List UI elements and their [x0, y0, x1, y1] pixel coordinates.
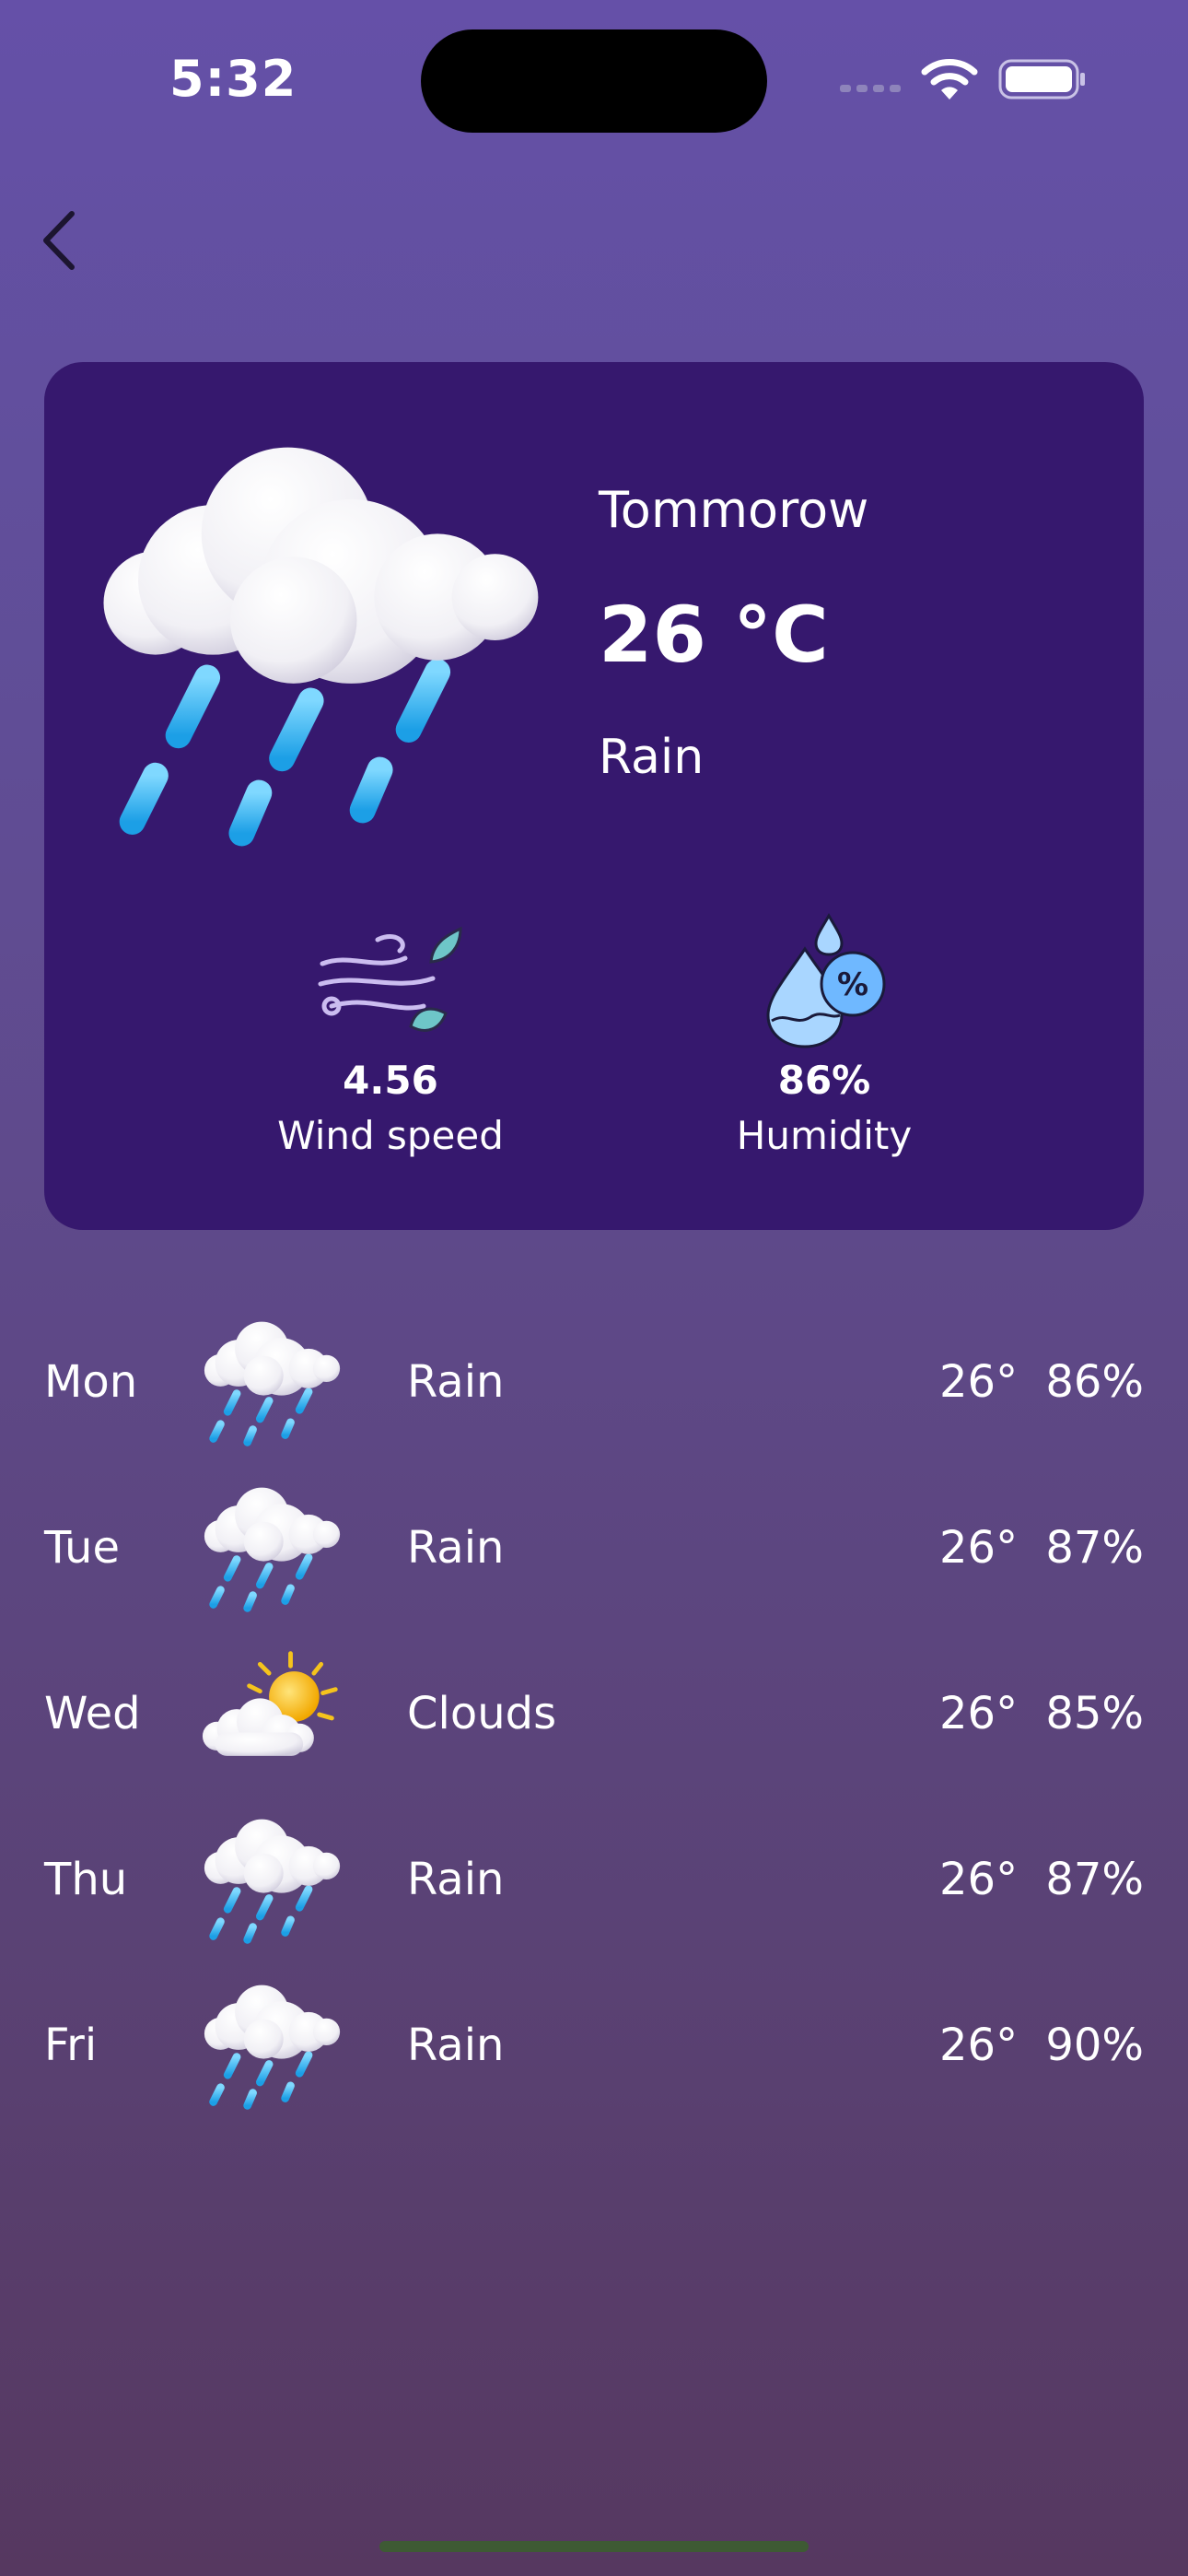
forecast-temp: 26°	[939, 2020, 1019, 2071]
dynamic-island	[421, 29, 767, 133]
forecast-day-label: Tommorow	[599, 481, 869, 539]
svg-text:%: %	[837, 966, 868, 1003]
wind-icon	[318, 926, 462, 1032]
forecast-row-fri[interactable]: Fri Rain 26° 90%	[0, 1972, 1188, 2119]
forecast-condition: Rain	[407, 1522, 505, 1574]
forecast-day: Tue	[44, 1522, 120, 1574]
forecast-condition: Rain	[407, 1854, 505, 1905]
rain-cloud-icon	[201, 1977, 344, 2113]
rain-cloud-icon	[201, 1480, 344, 1616]
forecast-row-thu[interactable]: Thu Rain 26° 87%	[0, 1806, 1188, 1953]
forecast-temp: 26°	[939, 1854, 1019, 1905]
forecast-day: Mon	[44, 1356, 138, 1408]
forecast-humidity: 86%	[1045, 1356, 1144, 1408]
forecast-temp: 26°	[939, 1356, 1019, 1408]
rain-cloud-icon	[201, 1811, 344, 1948]
wind-speed-value: 4.56	[343, 1058, 438, 1103]
rain-cloud-icon	[92, 419, 553, 861]
forecast-row-tue[interactable]: Tue Rain 26° 87%	[0, 1474, 1188, 1622]
rain-cloud-icon	[201, 1314, 344, 1450]
forecast-temp: 26°	[939, 1522, 1019, 1574]
forecast-condition: Rain	[407, 1356, 505, 1408]
humidity-value: 86%	[777, 1058, 871, 1103]
battery-icon	[998, 59, 1085, 100]
forecast-day: Thu	[44, 1854, 128, 1905]
forecast-humidity: 87%	[1045, 1854, 1144, 1905]
forecast-row-wed[interactable]: Wed Clouds 26° 85%	[0, 1640, 1188, 1787]
wind-speed-label: Wind speed	[277, 1113, 504, 1158]
forecast-humidity: 90%	[1045, 2020, 1144, 2071]
forecast-humidity: 87%	[1045, 1522, 1144, 1574]
forecast-row-mon[interactable]: Mon Rain 26° 86%	[0, 1308, 1188, 1456]
forecast-temp: 26°	[939, 1688, 1019, 1739]
sun-cloud-icon	[201, 1645, 344, 1782]
temperature-value: 26 °C	[599, 590, 829, 680]
weather-condition: Rain	[599, 730, 705, 785]
forecast-day: Fri	[44, 2020, 98, 2071]
forecast-condition: Rain	[407, 2020, 505, 2071]
home-indicator[interactable]	[379, 2541, 809, 2552]
forecast-condition: Clouds	[407, 1688, 557, 1739]
wifi-icon	[921, 59, 978, 100]
forecast-day: Wed	[44, 1688, 141, 1739]
status-time: 5:32	[169, 50, 297, 108]
humidity-drop-icon: %	[766, 912, 886, 1048]
back-button[interactable]	[37, 205, 83, 276]
humidity-label: Humidity	[736, 1113, 913, 1158]
cellular-signal-icon	[840, 85, 901, 92]
forecast-humidity: 85%	[1045, 1688, 1144, 1739]
weather-detail-screen: { "status_bar": { "time": "5:32" }, "hea…	[0, 0, 1188, 2576]
